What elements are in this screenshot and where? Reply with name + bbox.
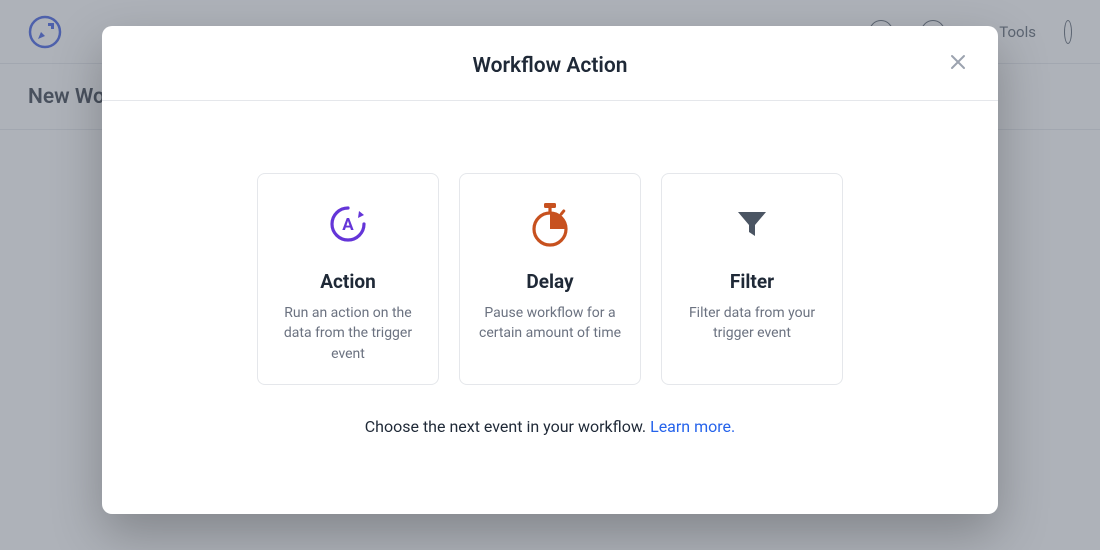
- modal-footer-text: Choose the next event in your workflow. …: [142, 417, 958, 436]
- modal-title: Workflow Action: [122, 54, 978, 78]
- card-delay-title: Delay: [526, 270, 573, 293]
- modal-overlay[interactable]: Workflow Action A Action: [0, 0, 1100, 550]
- workflow-action-modal: Workflow Action A Action: [102, 26, 998, 514]
- card-delay[interactable]: Delay Pause workflow for a certain amoun…: [459, 173, 641, 385]
- action-icon: A: [325, 200, 371, 248]
- modal-header: Workflow Action: [102, 26, 998, 101]
- card-action-desc: Run an action on the data from the trigg…: [274, 303, 422, 364]
- card-action-title: Action: [320, 270, 376, 293]
- footer-text-content: Choose the next event in your workflow.: [365, 417, 650, 436]
- action-cards-row: A Action Run an action on the data from …: [142, 173, 958, 385]
- modal-body: A Action Run an action on the data from …: [102, 101, 998, 476]
- card-filter-desc: Filter data from your trigger event: [678, 303, 826, 344]
- delay-icon: [527, 200, 573, 248]
- card-filter-title: Filter: [730, 270, 774, 293]
- card-action[interactable]: A Action Run an action on the data from …: [257, 173, 439, 385]
- close-icon: [949, 53, 967, 71]
- learn-more-link[interactable]: Learn more.: [650, 417, 735, 436]
- modal-close-button[interactable]: [944, 48, 972, 76]
- card-filter[interactable]: Filter Filter data from your trigger eve…: [661, 173, 843, 385]
- card-delay-desc: Pause workflow for a certain amount of t…: [476, 303, 624, 344]
- filter-icon: [732, 200, 772, 248]
- svg-text:A: A: [342, 215, 354, 235]
